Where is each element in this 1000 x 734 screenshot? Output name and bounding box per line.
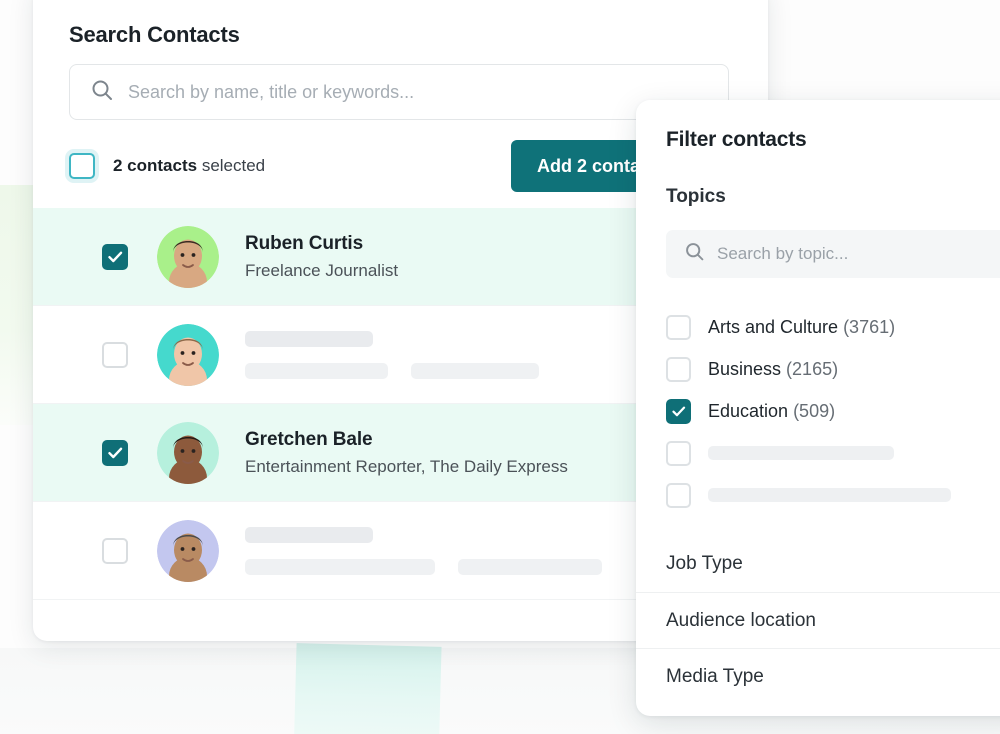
skeleton-bar bbox=[245, 558, 435, 575]
skeleton-bar bbox=[708, 446, 894, 460]
contact-row-text bbox=[245, 526, 602, 575]
selection-count-label: 2 contacts selected bbox=[113, 156, 265, 176]
contact-row-checkbox[interactable] bbox=[102, 439, 128, 466]
topic-name: Business bbox=[708, 358, 782, 379]
topic-item[interactable] bbox=[666, 432, 1000, 474]
filter-section-audience-location[interactable]: Audience location bbox=[636, 592, 1000, 648]
contact-name: Gretchen Bale bbox=[245, 428, 373, 450]
avatar bbox=[157, 323, 219, 386]
filter-section-media-type[interactable]: Media Type bbox=[636, 648, 1000, 704]
contact-row-checkbox[interactable] bbox=[102, 243, 128, 270]
topic-search-field[interactable] bbox=[666, 230, 1000, 278]
contact-name: Ruben Curtis bbox=[245, 232, 364, 254]
search-icon bbox=[684, 241, 705, 267]
topic-checkbox[interactable] bbox=[666, 482, 691, 508]
select-all-checkbox[interactable] bbox=[69, 153, 95, 179]
topic-count: (2165) bbox=[781, 358, 839, 379]
topic-item[interactable]: Arts and Culture (3761) bbox=[666, 306, 1000, 348]
topic-checkbox[interactable] bbox=[666, 356, 691, 382]
topic-checkbox[interactable] bbox=[666, 314, 691, 340]
selection-count-number: 2 contacts bbox=[113, 156, 198, 175]
search-input[interactable] bbox=[128, 81, 688, 103]
contact-row-checkbox[interactable] bbox=[102, 537, 128, 564]
filter-section-job-type[interactable]: Job Type bbox=[636, 536, 1000, 592]
avatar bbox=[157, 225, 219, 288]
topic-item[interactable]: Education (509) bbox=[666, 390, 1000, 432]
avatar bbox=[157, 519, 219, 582]
page-title: Search Contacts bbox=[69, 22, 240, 47]
topic-name: Arts and Culture bbox=[708, 316, 839, 337]
topic-item[interactable] bbox=[666, 474, 1000, 516]
contact-title: Freelance Journalist bbox=[245, 260, 399, 280]
skeleton-bar bbox=[245, 362, 388, 379]
topic-item[interactable]: Business (2165) bbox=[666, 348, 1000, 390]
decorative-mint-panel-bottom bbox=[293, 643, 442, 734]
avatar bbox=[157, 421, 219, 484]
skeleton-bar bbox=[458, 558, 602, 575]
skeleton-bar bbox=[708, 488, 951, 502]
topic-search-input[interactable] bbox=[717, 244, 992, 264]
skeleton-bar bbox=[245, 526, 373, 543]
topic-checkbox[interactable] bbox=[666, 398, 691, 424]
contact-row-text: Ruben Curtis Freelance Journalist bbox=[245, 233, 398, 281]
topic-checkbox[interactable] bbox=[666, 440, 691, 466]
select-all-row[interactable]: 2 contacts selected bbox=[69, 148, 265, 184]
topic-label: Education (509) bbox=[708, 401, 835, 422]
topic-label: Arts and Culture (3761) bbox=[708, 317, 895, 338]
search-icon bbox=[90, 78, 114, 107]
contact-row-checkbox[interactable] bbox=[102, 341, 128, 368]
contact-row-text: Gretchen Bale Entertainment Reporter, The… bbox=[245, 429, 568, 477]
topic-name: Education bbox=[708, 400, 789, 421]
topics-heading: Topics bbox=[666, 186, 726, 207]
skeleton-bar bbox=[245, 330, 373, 347]
filter-panel-title: Filter contacts bbox=[666, 128, 807, 151]
contact-title: Entertainment Reporter, The Daily Expres… bbox=[245, 456, 568, 476]
topic-count: (3761) bbox=[838, 316, 896, 337]
contacts-search-field[interactable] bbox=[69, 64, 729, 120]
selection-count-suffix: selected bbox=[197, 156, 266, 175]
skeleton-bar bbox=[411, 362, 539, 379]
topic-count: (509) bbox=[788, 400, 836, 421]
screen: Search Contacts 2 contacts selected Add … bbox=[0, 0, 1000, 734]
filter-sections-list: Job Type Audience location Media Type bbox=[636, 536, 1000, 704]
topic-label: Business (2165) bbox=[708, 359, 838, 380]
filter-contacts-panel: Filter contacts Topics Arts and Culture … bbox=[636, 100, 1000, 716]
contact-row-text bbox=[245, 330, 539, 379]
topic-checkbox-list: Arts and Culture (3761) Business (2165) Ed… bbox=[666, 306, 1000, 516]
